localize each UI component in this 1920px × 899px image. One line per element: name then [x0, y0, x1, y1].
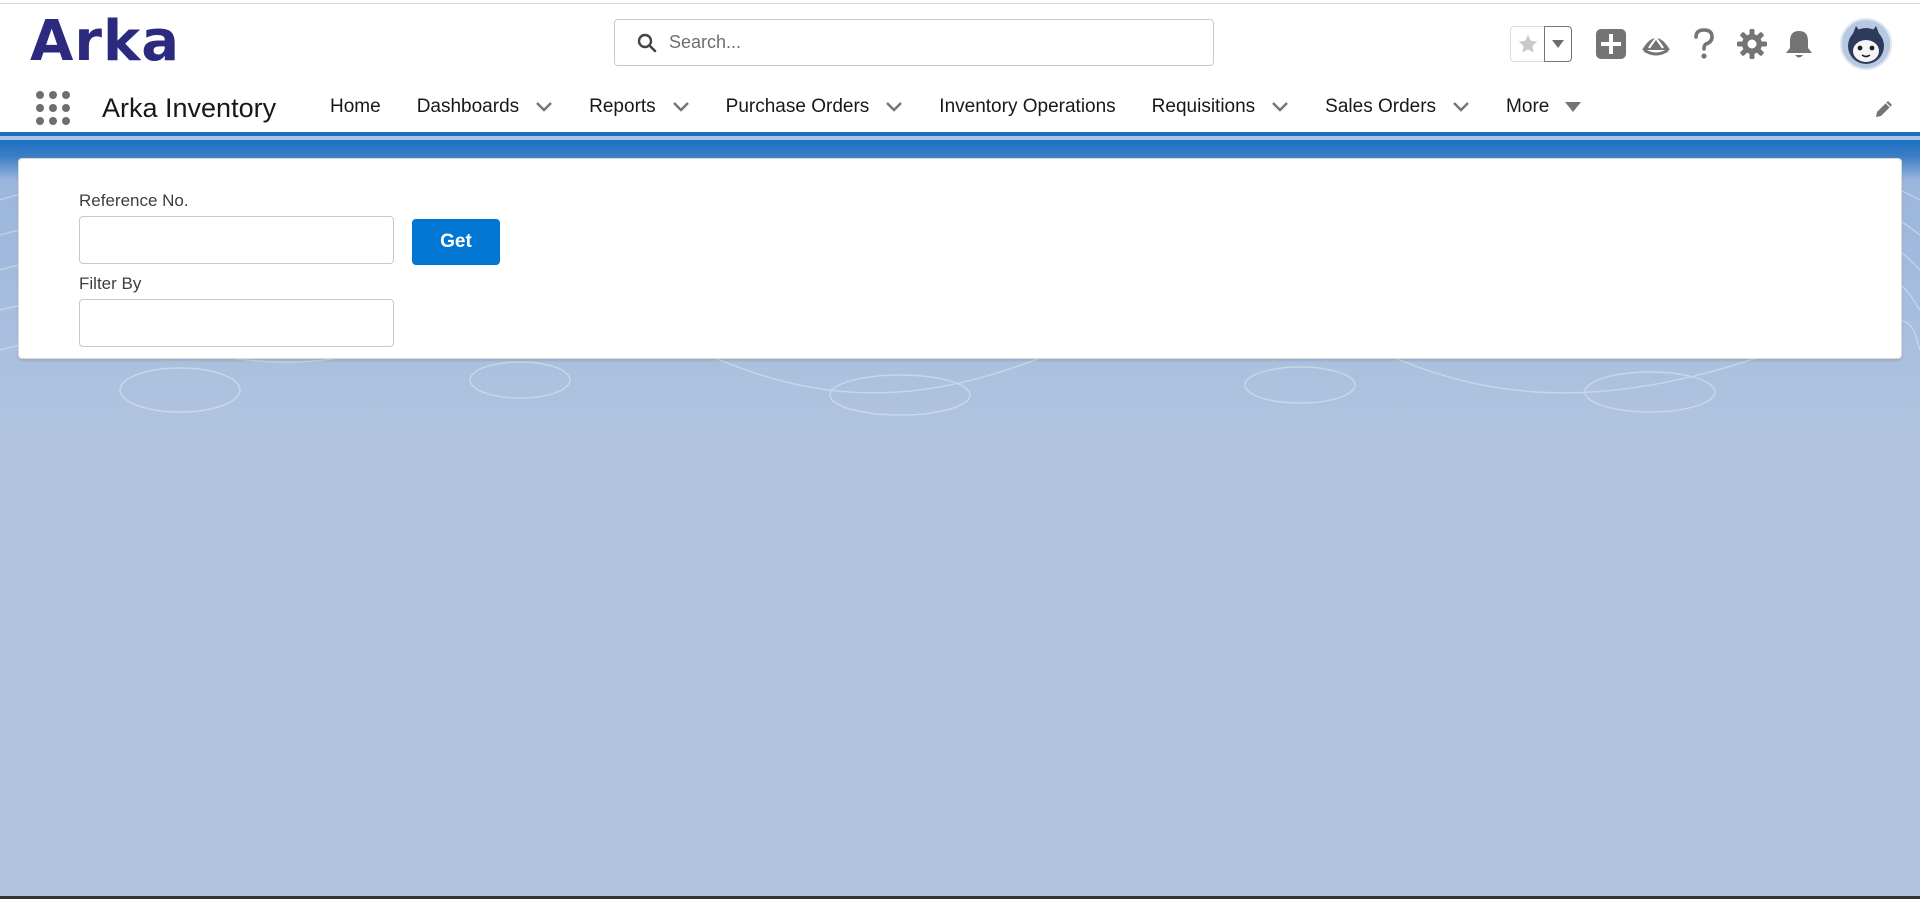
app-navigation-bar: Arka Inventory Home Dashboards Reports P…	[0, 82, 1920, 136]
user-avatar[interactable]	[1840, 18, 1892, 70]
favorites-group	[1510, 26, 1572, 62]
nav-item-requisitions[interactable]: Requisitions	[1134, 82, 1308, 132]
global-header: Arka	[0, 4, 1920, 82]
caret-down-icon[interactable]	[1565, 102, 1582, 112]
favorites-star-icon[interactable]	[1510, 26, 1544, 62]
nav-item-purchase-orders[interactable]: Purchase Orders	[708, 82, 922, 132]
chevron-down-icon[interactable]	[885, 101, 903, 113]
setup-gear-icon[interactable]	[1734, 26, 1770, 62]
nav-item-inventory-operations[interactable]: Inventory Operations	[921, 82, 1133, 132]
app-name: Arka Inventory	[102, 93, 277, 123]
reference-no-input[interactable]	[79, 216, 394, 264]
nav-item-sales-orders[interactable]: Sales Orders	[1307, 82, 1488, 132]
reference-lookup-card: Reference No. Get Filter By	[18, 158, 1902, 359]
nav-item-dashboards[interactable]: Dashboards	[399, 82, 571, 132]
search-input[interactable]	[669, 32, 1189, 53]
nav-items: Home Dashboards Reports Purchase Orders …	[312, 82, 1599, 132]
search-icon	[637, 33, 657, 53]
chevron-down-icon[interactable]	[535, 101, 553, 113]
chevron-down-icon[interactable]	[672, 101, 690, 113]
filter-by-input[interactable]	[79, 299, 394, 347]
get-button[interactable]: Get	[412, 219, 500, 265]
chevron-down-icon[interactable]	[1452, 101, 1470, 113]
global-search[interactable]	[614, 19, 1214, 66]
favorites-dropdown-icon[interactable]	[1544, 26, 1572, 62]
nav-item-reports[interactable]: Reports	[571, 82, 708, 132]
arka-logo[interactable]: Arka	[30, 14, 180, 70]
help-icon[interactable]	[1686, 26, 1722, 62]
nav-item-home[interactable]: Home	[312, 82, 399, 132]
app-launcher-icon[interactable]	[36, 91, 70, 125]
edit-nav-pencil-icon[interactable]	[1870, 95, 1898, 123]
chevron-down-icon[interactable]	[1271, 101, 1289, 113]
nav-item-more[interactable]: More	[1488, 82, 1599, 132]
global-actions-add-icon[interactable]	[1593, 26, 1629, 62]
reference-no-label: Reference No.	[79, 191, 189, 210]
trailhead-guidance-icon[interactable]	[1638, 26, 1674, 62]
notifications-bell-icon[interactable]	[1781, 26, 1817, 62]
filter-by-label: Filter By	[79, 274, 142, 293]
